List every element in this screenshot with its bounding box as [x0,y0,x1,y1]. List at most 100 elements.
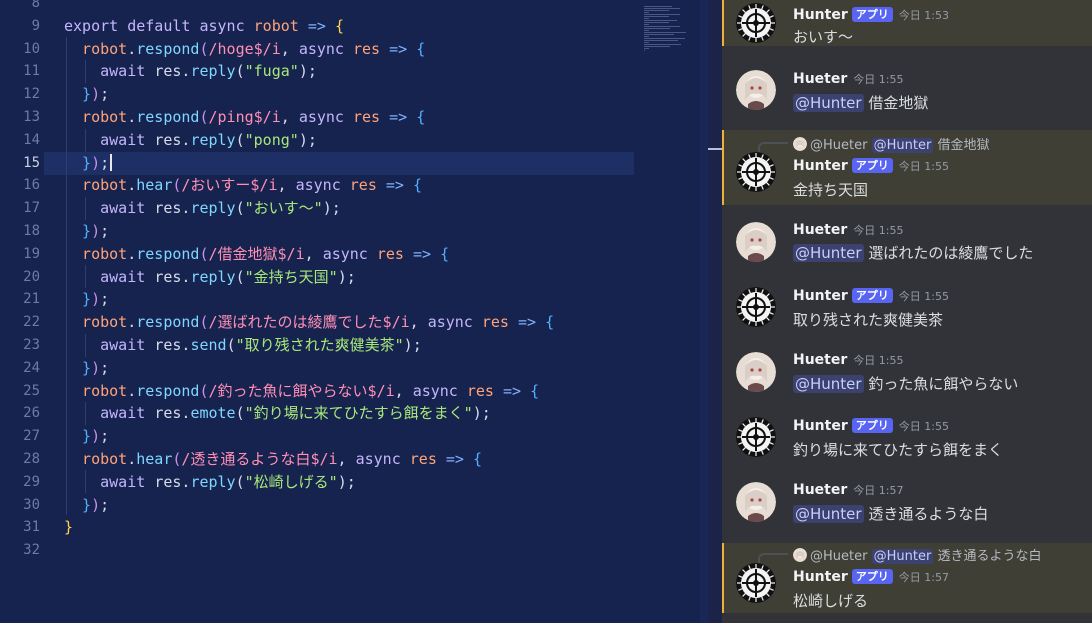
timestamp[interactable]: 今日 1:55 [899,420,949,433]
author-name[interactable]: Hunter [793,569,848,585]
code-token: await [64,62,155,81]
reply-author[interactable]: @Hueter [810,138,867,153]
hueter-user-avatar[interactable] [736,70,776,110]
code-line[interactable]: await res.emote("釣り場に来てひたすら餌をまく"); [64,402,491,425]
user-mention[interactable]: @Hunter [793,94,864,112]
code-line[interactable]: }); [64,220,109,243]
code-line[interactable]: robot.hear(/おいすー$/i, async res => { [64,174,422,197]
timestamp[interactable]: 今日 1:55 [899,290,949,303]
code-line[interactable]: robot.respond(/釣った魚に餌やらない$/i, async res … [64,380,539,403]
code-token: export default async [64,16,254,35]
editor-scrollbar[interactable] [700,0,708,623]
reply-author[interactable]: @Hueter [810,549,867,564]
minimap-line [644,22,670,23]
minimap[interactable] [638,0,708,60]
author-name[interactable]: Hueter [793,222,847,238]
minimap-line [644,24,649,25]
hunter-bot-avatar[interactable] [736,152,776,192]
code-line[interactable]: await res.reply("おいす～"); [64,197,341,220]
code-token: , [304,244,323,263]
code-line[interactable]: await res.send("取り残された爽健美茶"); [64,334,422,357]
chat-message[interactable]: Hunter アプリ 今日 1:55 取り残された爽健美茶 [722,282,1092,340]
reply-text: 透き通るような白 [937,549,1042,564]
code-token: ; [100,495,110,514]
author-name[interactable]: Hueter [793,352,847,368]
code-line[interactable]: await res.reply("松崎しげる"); [64,471,356,494]
timestamp[interactable]: 今日 1:57 [853,484,903,497]
code-token: ) [91,290,101,309]
line-number: 25 [23,382,40,399]
code-token: reply [190,130,236,149]
code-line[interactable]: }); [64,357,109,380]
timestamp[interactable]: 今日 1:55 [853,224,903,237]
timestamp[interactable]: 今日 1:55 [853,73,903,86]
author-name[interactable]: Hunter [793,158,848,174]
code-line[interactable]: robot.respond(/ping$/i, async res => { [64,106,425,129]
minimap-line [644,12,649,13]
code-token: ); [472,404,491,423]
app-badge: アプリ [851,569,893,584]
author-name[interactable]: Hunter [793,288,848,304]
scroll-position-marker [708,148,722,150]
chat-message[interactable]: Hunter アプリ 今日 1:55 釣り場に来てひたすら餌をまく [722,412,1092,470]
code-line[interactable]: }); [64,494,109,517]
code-token: res. [154,472,191,491]
timestamp[interactable]: 今日 1:57 [899,571,949,584]
code-token: async [298,39,353,58]
code-token: ); [337,472,356,491]
author-name[interactable]: Hunter [793,418,848,434]
hunter-bot-avatar[interactable] [736,417,776,457]
hueter-user-avatar[interactable] [736,222,776,262]
code-line[interactable]: } [64,516,73,539]
code-token: res. [154,267,191,286]
chat-message[interactable]: Hunter アプリ 今日 1:53 おいす～ [722,0,1092,46]
hunter-bot-avatar[interactable] [736,287,776,327]
code-token: respond [136,39,200,58]
code-line[interactable]: }); [64,83,109,106]
code-token: => [436,450,473,468]
user-mention[interactable]: @Hunter [793,244,864,262]
code-editor[interactable]: 8 9 10 11 12 13 14 15 16 17 18 19 20 21 22 23 24 25 26 27 28… [0,0,708,623]
code-line[interactable]: }); [64,425,109,448]
timestamp[interactable]: 今日 1:55 [899,160,949,173]
code-line[interactable]: await res.reply("pong"); [64,129,317,152]
chat-message[interactable]: Hueter 今日 1:57 @Hunter 透き通るような白 [722,477,1092,535]
user-mention[interactable]: @Hunter [793,375,864,393]
code-token: ); [322,199,341,218]
timestamp[interactable]: 今日 1:53 [899,9,949,22]
code-line[interactable]: await res.reply("fuga"); [64,60,317,83]
author-name[interactable]: Hueter [793,71,847,87]
reply-mention[interactable]: @Hunter [871,138,934,153]
code-line[interactable]: await res.reply("金持ち天国"); [64,266,356,289]
reply-preview[interactable]: @Hueter @Hunter 借金地獄 [793,134,989,153]
chat-message[interactable]: @Hueter @Hunter 借金地獄 Hunter アプリ 今日 1:55 金持ち天… [722,130,1092,205]
code-line[interactable]: robot.respond(/hoge$/i, async res => { [64,38,425,61]
chat-message[interactable]: Hueter 今日 1:55 @Hunter 借金地獄 [722,58,1092,116]
reply-preview[interactable]: @Hueter @Hunter 透き通るような白 [793,545,1041,564]
code-token: ); [298,62,317,81]
hunter-bot-avatar[interactable] [736,3,776,43]
author-name[interactable]: Hunter [793,7,848,23]
hueter-user-avatar[interactable] [736,482,776,522]
code-token: async [412,381,467,400]
chat-message[interactable]: Hueter 今日 1:55 @Hunter 選ばれたのは綾鷹でした [722,217,1092,275]
line-number: 24 [23,359,40,376]
code-line[interactable]: }); [64,288,109,311]
chat-message[interactable]: Hueter 今日 1:55 @Hunter 釣った魚に餌やらない [722,347,1092,405]
code-token: /借金地獄$/i [208,244,305,263]
code-line[interactable]: robot.respond(/選ばれたのは綾鷹でした$/i, async res… [64,311,554,334]
code-token: async [355,450,410,468]
code-line[interactable]: export default async robot => { [64,15,344,38]
chat-panel[interactable]: Hunter アプリ 今日 1:53 おいす～ Hueter 今日 1:55 @Hunter… [722,0,1092,623]
chat-message[interactable]: @Hueter @Hunter 透き通るような白 Hunter アプリ 今日 1:57… [722,543,1092,613]
hunter-bot-avatar[interactable] [736,563,776,603]
code-line[interactable]: }); [64,152,113,175]
message-content: @Hunter 借金地獄 [793,92,928,113]
code-line[interactable]: robot.hear(/透き通るような白$/i, async res => { [64,448,482,471]
timestamp[interactable]: 今日 1:55 [853,354,903,367]
code-line[interactable]: robot.respond(/借金地獄$/i, async res => { [64,243,449,266]
hueter-user-avatar[interactable] [736,352,776,392]
reply-mention[interactable]: @Hunter [871,549,934,564]
user-mention[interactable]: @Hunter [793,505,864,523]
author-name[interactable]: Hueter [793,482,847,498]
